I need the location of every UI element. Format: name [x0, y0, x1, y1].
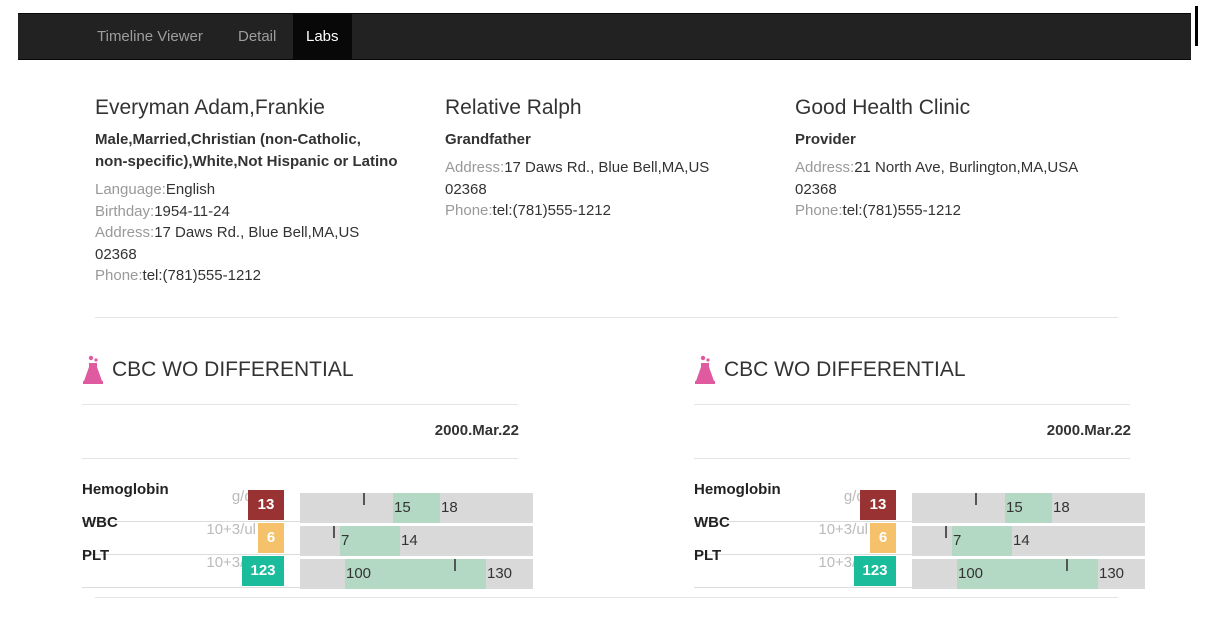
relative-relation: Grandfather	[445, 131, 531, 148]
lab-unit: 10+3/ul	[818, 521, 868, 538]
nav-labs[interactable]: Labs	[293, 14, 352, 59]
lab-value-badge: 13	[248, 490, 284, 520]
provider-role: Provider	[795, 131, 856, 148]
lab-range-low: 7	[341, 532, 350, 549]
flask-icon	[695, 355, 715, 384]
lab-unit: 10+3/ul	[206, 521, 256, 538]
lab-date-header: 2000.Mar.22	[1046, 422, 1131, 439]
lab-range-low: 100	[958, 565, 984, 582]
patient-phone: Phone:tel:(781)555-1212	[95, 267, 261, 284]
provider-address-zip: 02368	[795, 180, 837, 198]
relative-card: Relative Ralph Grandfather Address:17 Da…	[445, 95, 775, 222]
lab-range-high: 18	[1053, 499, 1070, 516]
nav-detail[interactable]: Detail	[225, 14, 289, 59]
patient-name: Everyman Adam,Frankie	[95, 96, 325, 119]
lab-range-high: 130	[487, 565, 513, 582]
lab-marker-tick	[454, 559, 456, 571]
lab-unit: g/dl	[843, 488, 868, 505]
relative-phone: Phone:tel:(781)555-1212	[445, 202, 611, 219]
lab-marker-tick	[333, 526, 335, 538]
lab-marker-tick	[975, 493, 977, 505]
bottom-divider	[95, 597, 1118, 598]
lab-row-divider	[694, 554, 1145, 555]
lab-name: WBC	[82, 514, 118, 531]
patient-address-zip: 02368	[95, 245, 137, 263]
patient-card: Everyman Adam,Frankie Male,Married,Chris…	[95, 95, 425, 287]
relative-name: Relative Ralph	[445, 96, 582, 119]
lab-marker-tick	[1066, 559, 1068, 571]
section-divider	[95, 317, 1118, 318]
lab-panel-title: CBC WO DIFFERENTIAL	[724, 358, 966, 381]
lab-name: Hemoglobin	[82, 481, 169, 498]
patient-birthday: Birthday:1954-11-24	[95, 202, 230, 220]
lab-marker-tick	[363, 493, 365, 505]
lab-value-badge: 6	[258, 523, 284, 553]
lab-value-badge: 123	[854, 556, 896, 586]
relative-address: Address:17 Daws Rd., Blue Bell,MA,US	[445, 159, 710, 176]
lab-range-low: 100	[346, 565, 372, 582]
provider-phone: Phone:tel:(781)555-1212	[795, 202, 961, 219]
lab-name: PLT	[694, 547, 722, 564]
nav-timeline-viewer[interactable]: Timeline Viewer	[84, 14, 216, 59]
lab-name: PLT	[82, 547, 110, 564]
lab-date-header: 2000.Mar.22	[434, 422, 519, 439]
lab-value-badge: 123	[242, 556, 284, 586]
panel-title-divider	[694, 404, 1130, 405]
relative-address-zip: 02368	[445, 180, 487, 198]
lab-range-low: 15	[394, 499, 411, 516]
provider-card: Good Health Clinic Provider Address:21 N…	[795, 95, 1125, 222]
lab-value-badge: 13	[860, 490, 896, 520]
lab-range-low: 15	[1006, 499, 1023, 516]
lab-row-divider	[82, 521, 533, 522]
lab-marker-tick	[945, 526, 947, 538]
provider-name: Good Health Clinic	[795, 96, 971, 119]
provider-address: Address:21 North Ave, Burlington,MA,USA	[795, 159, 1079, 176]
date-divider	[694, 458, 1130, 459]
lab-row-divider	[82, 554, 533, 555]
lab-range-high: 18	[441, 499, 458, 516]
lab-row-divider	[694, 521, 1145, 522]
panel-title-divider	[82, 404, 518, 405]
flask-icon	[83, 355, 103, 384]
lab-range-low: 7	[953, 532, 962, 549]
lab-panel-title: CBC WO DIFFERENTIAL	[112, 358, 354, 381]
date-divider	[82, 458, 518, 459]
patient-demographics: Male,Married,Christian (non-Catholic, no…	[95, 131, 398, 170]
top-navbar: Timeline Viewer Detail Labs	[18, 13, 1191, 60]
lab-name: WBC	[694, 514, 730, 531]
lab-unit: g/dl	[231, 488, 256, 505]
lab-range-high: 14	[1013, 532, 1030, 549]
patient-language: Language:English	[95, 181, 216, 198]
lab-range-high: 14	[401, 532, 418, 549]
lab-value-badge: 6	[870, 523, 896, 553]
lab-name: Hemoglobin	[694, 481, 781, 498]
patient-address: Address:17 Daws Rd., Blue Bell,MA,US	[95, 224, 360, 241]
lab-range-high: 130	[1099, 565, 1125, 582]
window-edge-marker	[1195, 6, 1198, 46]
